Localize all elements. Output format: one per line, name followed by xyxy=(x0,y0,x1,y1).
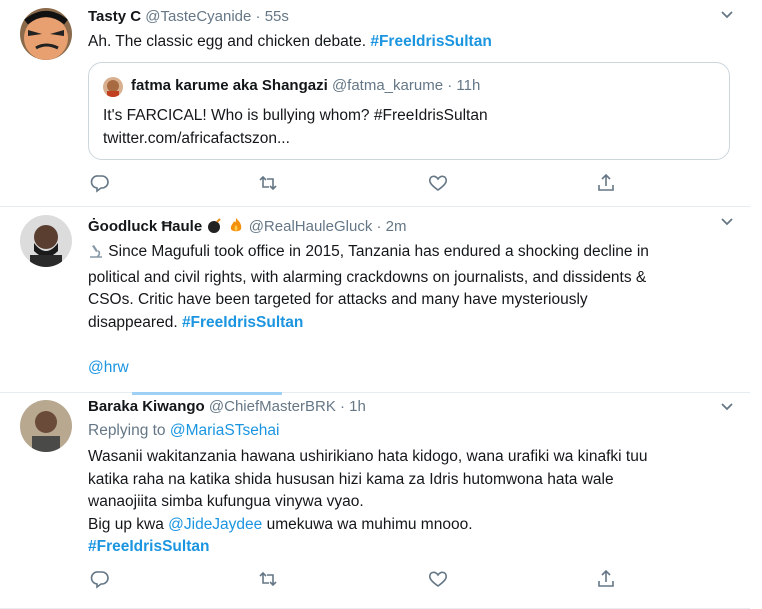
user-handle[interactable]: @TasteCyanide xyxy=(145,8,251,25)
quote-user-handle: @fatma_karume xyxy=(331,77,444,94)
mention-link[interactable]: @hrw xyxy=(88,357,728,380)
retweet-icon[interactable] xyxy=(258,569,280,591)
text-line-3: CSOs. Critic have been targeted for atta… xyxy=(88,291,588,308)
share-icon[interactable] xyxy=(596,569,618,591)
tweet-text: Ah. The classic egg and chicken debate. … xyxy=(88,31,728,54)
tweet-3[interactable]: Baraka Kiwango @ChiefMasterBRK · 1h Repl… xyxy=(0,396,750,609)
separator: · xyxy=(447,77,453,94)
quote-display-name: fatma karume aka Shangazi xyxy=(131,77,328,94)
replying-mention-link[interactable]: @MariaSTsehai xyxy=(170,422,280,439)
text-line-4b: umekuwa wa muhimu mnooo. xyxy=(262,515,473,533)
avatar[interactable] xyxy=(20,400,72,452)
fire-icon xyxy=(228,217,245,238)
tweet-text: Wasanii wakitanzania hawana ushirikiano … xyxy=(88,446,728,559)
text-line-1: Wasanii wakitanzania hawana ushirikiano … xyxy=(88,448,648,465)
tweet-1[interactable]: Tasty C @TasteCyanide · 55s Ah. The clas… xyxy=(0,0,750,207)
tweet-text-content: Ah. The classic egg and chicken debate. xyxy=(88,33,371,50)
text-line-2: political and civil rights, with alarmin… xyxy=(88,268,647,286)
bomb-icon xyxy=(206,217,223,238)
user-handle[interactable]: @ChiefMasterBRK xyxy=(209,398,336,415)
divider xyxy=(0,392,750,393)
tweet-actions xyxy=(88,173,628,195)
mention-link[interactable]: @JideJaydee xyxy=(168,516,262,533)
tweet-2[interactable]: Ġoodluck Ħaule @RealHauleGluck · 2m Sinc… xyxy=(0,207,750,387)
chevron-down-icon[interactable] xyxy=(720,8,734,25)
chevron-down-icon[interactable] xyxy=(720,215,734,232)
hashtag-link[interactable]: #FreeIdrisSultan xyxy=(370,33,491,50)
timestamp[interactable]: 2m xyxy=(386,218,407,235)
replying-to: Replying to @MariaSTsehai xyxy=(88,420,728,443)
timestamp[interactable]: 55s xyxy=(265,8,289,25)
tweet-header: Ġoodluck Ħaule @RealHauleGluck · 2m xyxy=(88,217,407,238)
display-name[interactable]: Ġoodluck Ħaule xyxy=(88,218,202,235)
separator: · xyxy=(255,8,261,25)
microscope-icon xyxy=(88,243,104,267)
timestamp[interactable]: 1h xyxy=(349,398,366,415)
quote-line: It's FARCICAL! Who is bullying whom? #Fr… xyxy=(103,107,488,124)
quoted-tweet[interactable]: fatma karume aka Shangazi @fatma_karume … xyxy=(88,62,730,160)
chevron-down-icon[interactable] xyxy=(720,400,734,417)
quote-header: fatma karume aka Shangazi @fatma_karume … xyxy=(131,77,480,94)
quote-text: It's FARCICAL! Who is bullying whom? #Fr… xyxy=(103,105,703,150)
tweet-text: Since Magufuli took office in 2015, Tanz… xyxy=(88,241,728,379)
heart-icon[interactable] xyxy=(428,173,450,195)
tweet-header: Baraka Kiwango @ChiefMasterBRK · 1h xyxy=(88,398,366,415)
reply-icon[interactable] xyxy=(90,173,112,195)
text-line-2: katika raha na katika shida hususan hizi… xyxy=(88,470,614,488)
retweet-icon[interactable] xyxy=(258,173,280,195)
tweet-header: Tasty C @TasteCyanide · 55s xyxy=(88,8,289,25)
avatar[interactable] xyxy=(20,215,72,267)
separator: · xyxy=(340,398,345,415)
avatar[interactable] xyxy=(20,8,72,60)
text-line-1: Since Magufuli took office in 2015, Tanz… xyxy=(104,243,649,260)
separator: · xyxy=(376,218,382,235)
quote-link: twitter.com/africafactszon... xyxy=(103,129,290,147)
display-name[interactable]: Baraka Kiwango xyxy=(88,398,205,415)
replying-label: Replying to xyxy=(88,422,170,439)
hashtag-link[interactable]: #FreeIdrisSultan xyxy=(182,314,303,331)
tweet-actions xyxy=(88,569,628,591)
text-line-4a: Big up kwa xyxy=(88,515,169,533)
thread-indicator xyxy=(132,392,282,395)
share-icon[interactable] xyxy=(596,173,618,195)
text-line-4: disappeared. xyxy=(88,313,182,331)
hashtag-link[interactable]: #FreeIdrisSultan xyxy=(88,536,728,559)
quote-avatar xyxy=(103,77,123,97)
text-line: Since Magufuli took office in 2015, Tanz… xyxy=(88,241,728,267)
text-line: disappeared. #FreeIdrisSultan xyxy=(88,312,728,335)
text-line-3: wanaojiita simba kufungua vinywa vyao. xyxy=(88,493,364,510)
user-handle[interactable]: @RealHauleGluck xyxy=(249,218,373,235)
reply-icon[interactable] xyxy=(90,569,112,591)
heart-icon[interactable] xyxy=(428,569,450,591)
quote-timestamp: 11h xyxy=(456,77,481,94)
display-name[interactable]: Tasty C xyxy=(88,8,141,25)
text-line: Big up kwa @JideJaydee umekuwa wa muhimu… xyxy=(88,514,728,537)
